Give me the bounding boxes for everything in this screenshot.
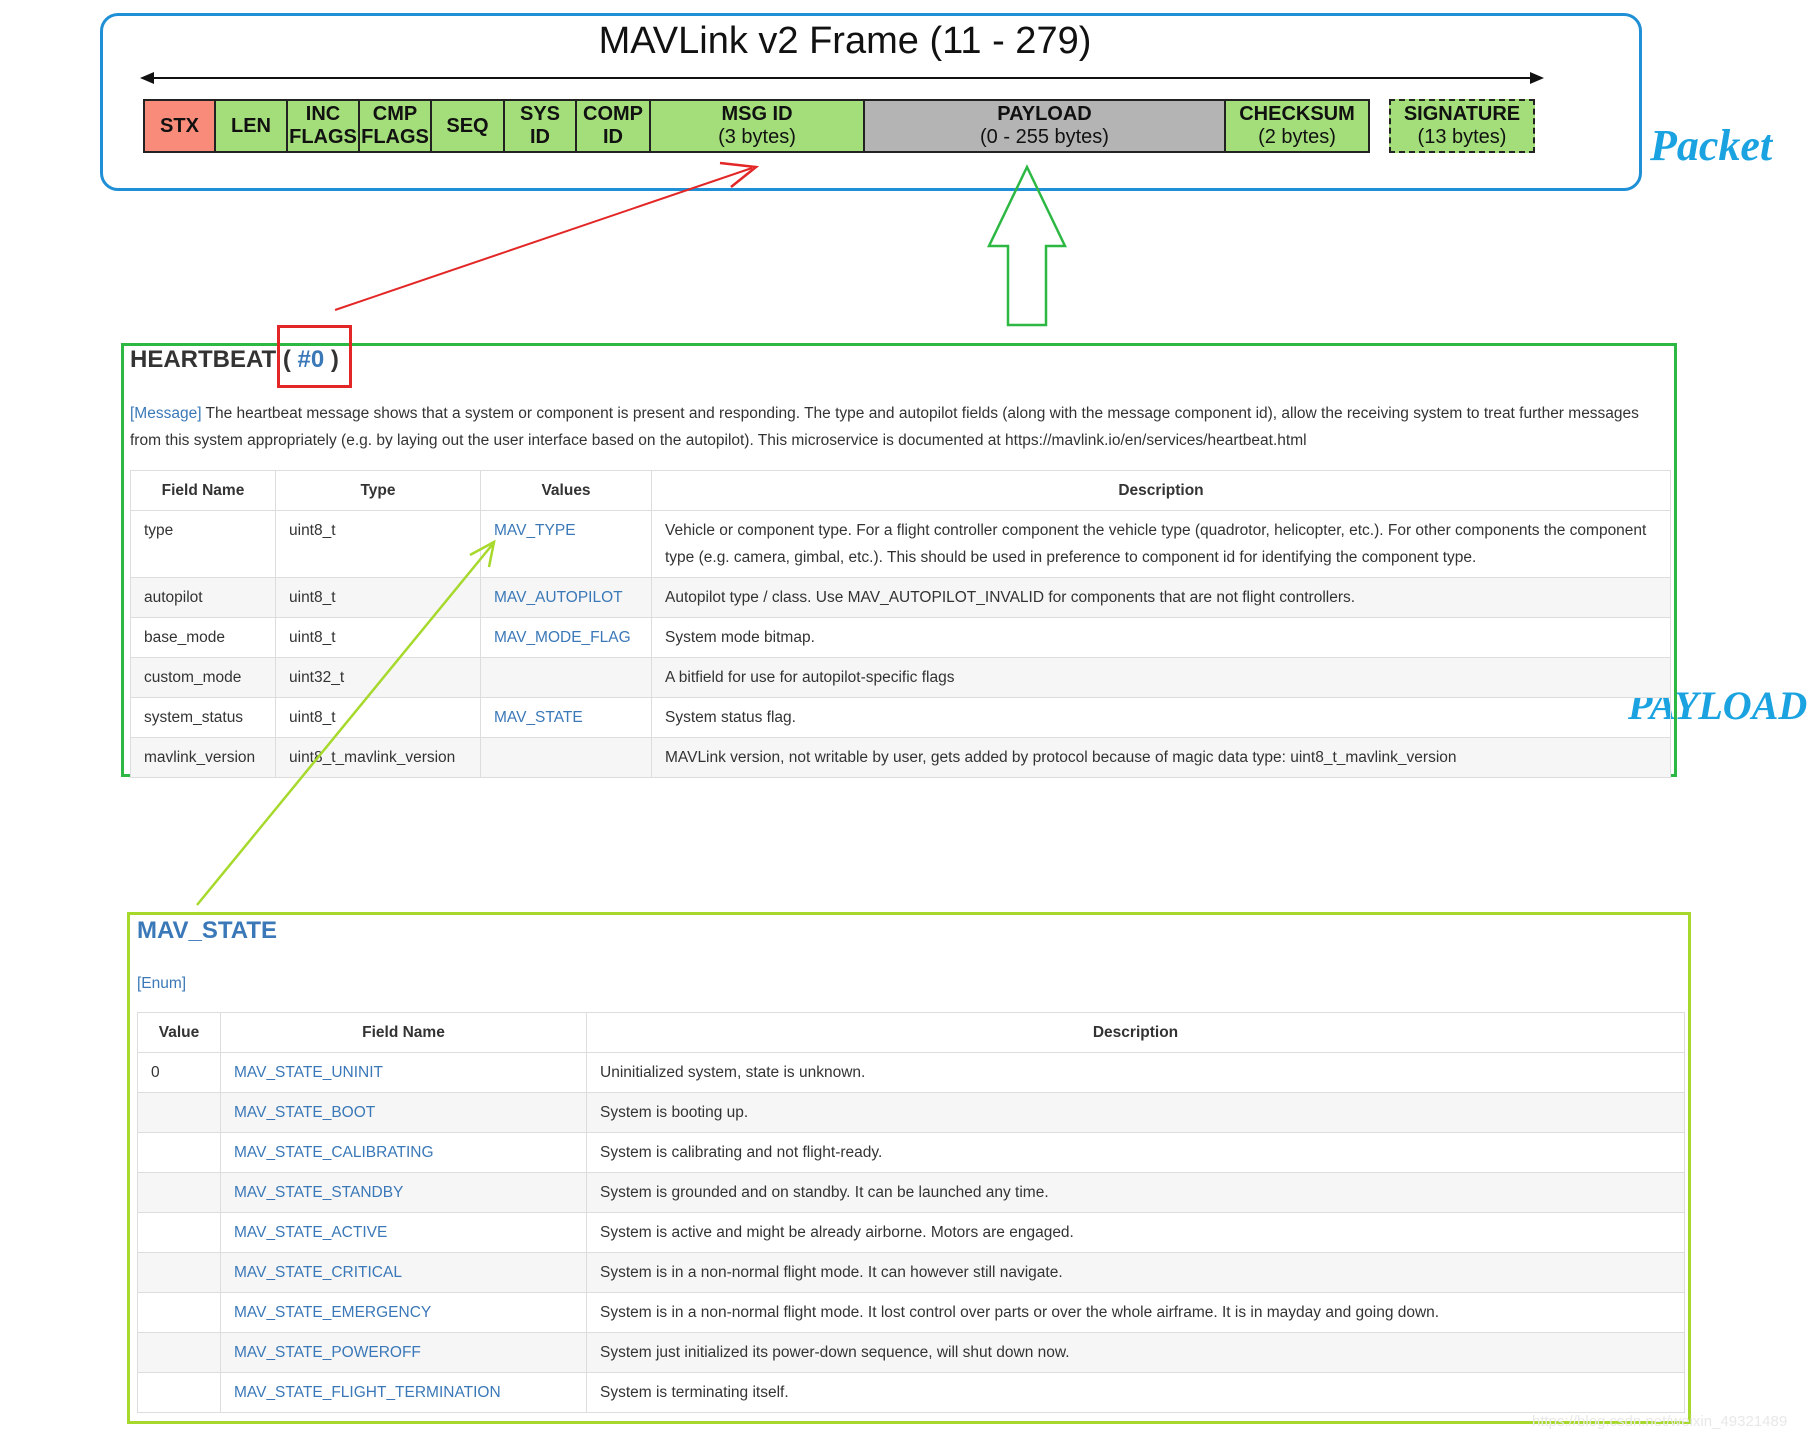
enum-field-link[interactable]: MAV_STATE_POWEROFF	[220, 1332, 587, 1373]
values-link[interactable]: MAV_STATE	[480, 697, 652, 738]
table-header-row: Value Field Name Description	[137, 1012, 1685, 1053]
table-row: MAV_STATE_CRITICAL System is in a non-no…	[137, 1252, 1685, 1293]
enum-field-link[interactable]: MAV_STATE_ACTIVE	[220, 1212, 587, 1253]
table-row: MAV_STATE_CALIBRATING System is calibrat…	[137, 1132, 1685, 1173]
frame-title: MAVLink v2 Frame (11 - 279)	[598, 20, 1092, 62]
table-row: mavlink_version uint8_t_mavlink_version …	[130, 737, 1671, 778]
values-link[interactable]: MAV_AUTOPILOT	[480, 577, 652, 618]
frame-cell-inc-flags: INC FLAGS	[286, 99, 360, 153]
heartbeat-table: Field Name Type Values Description type …	[130, 470, 1671, 778]
enum-tag-link[interactable]: [Enum]	[137, 975, 186, 993]
table-row: MAV_STATE_FLIGHT_TERMINATION System is t…	[137, 1372, 1685, 1413]
frame-cell-len: LEN	[214, 99, 288, 153]
message-tag-link[interactable]: [Message]	[130, 405, 202, 422]
enum-field-link[interactable]: MAV_STATE_EMERGENCY	[220, 1292, 587, 1333]
table-row: MAV_STATE_EMERGENCY System is in a non-n…	[137, 1292, 1685, 1333]
frame-length-arrow	[140, 72, 1544, 84]
table-row: MAV_STATE_ACTIVE System is active and mi…	[137, 1212, 1685, 1253]
enum-field-link[interactable]: MAV_STATE_FLIGHT_TERMINATION	[220, 1372, 587, 1413]
column-header: Field Name	[220, 1012, 587, 1053]
watermark: https://blog.csdn.net/weixin_49321489	[1532, 1413, 1788, 1430]
values-link[interactable]: MAV_MODE_FLAG	[480, 617, 652, 658]
frame-cell-msg-id: MSG ID (3 bytes)	[649, 99, 865, 153]
table-row: system_status uint8_t MAV_STATE System s…	[130, 697, 1671, 738]
frame-cell-signature: SIGNATURE (13 bytes)	[1389, 99, 1535, 153]
table-row: type uint8_t MAV_TYPE Vehicle or compone…	[130, 510, 1671, 578]
column-header: Type	[275, 470, 481, 511]
column-header: Description	[586, 1012, 1685, 1053]
heartbeat-description: [Message] The heartbeat message shows th…	[130, 405, 1639, 449]
frame-cell-stx: STX	[143, 99, 216, 153]
table-row: autopilot uint8_t MAV_AUTOPILOT Autopilo…	[130, 577, 1671, 618]
table-row: base_mode uint8_t MAV_MODE_FLAG System m…	[130, 617, 1671, 658]
table-row: MAV_STATE_STANDBY System is grounded and…	[137, 1172, 1685, 1213]
frame-cell-checksum: CHECKSUM (2 bytes)	[1224, 99, 1370, 153]
frame-cell-comp-id: COMP ID	[575, 99, 651, 153]
column-header: Description	[651, 470, 1671, 511]
table-row: MAV_STATE_BOOT System is booting up.	[137, 1092, 1685, 1133]
column-header: Value	[137, 1012, 221, 1053]
column-header: Field Name	[130, 470, 276, 511]
values-link[interactable]: MAV_TYPE	[480, 510, 652, 578]
table-row: custom_mode uint32_t A bitfield for use …	[130, 657, 1671, 698]
enum-field-link[interactable]: MAV_STATE_STANDBY	[220, 1172, 587, 1213]
column-header: Values	[480, 470, 652, 511]
enum-field-link[interactable]: MAV_STATE_BOOT	[220, 1092, 587, 1133]
enum-field-link[interactable]: MAV_STATE_CALIBRATING	[220, 1132, 587, 1173]
frame-cell-cmp-flags: CMP FLAGS	[358, 99, 432, 153]
mav-state-table: Value Field Name Description 0 MAV_STATE…	[137, 1012, 1685, 1413]
table-row: MAV_STATE_POWEROFF System just initializ…	[137, 1332, 1685, 1373]
packet-label: Packet	[1650, 121, 1773, 170]
mav-state-title: MAV_STATE	[137, 917, 278, 944]
table-row: 0 MAV_STATE_UNINIT Uninitialized system,…	[137, 1052, 1685, 1093]
frame-cell-seq: SEQ	[430, 99, 505, 153]
enum-field-link[interactable]: MAV_STATE_CRITICAL	[220, 1252, 587, 1293]
msgid-highlight-box	[277, 325, 352, 388]
frame-cell-sys-id: SYS ID	[503, 99, 577, 153]
table-header-row: Field Name Type Values Description	[130, 470, 1671, 511]
frame-cell-payload: PAYLOAD (0 - 255 bytes)	[863, 99, 1226, 153]
enum-field-link[interactable]: MAV_STATE_UNINIT	[220, 1052, 587, 1093]
